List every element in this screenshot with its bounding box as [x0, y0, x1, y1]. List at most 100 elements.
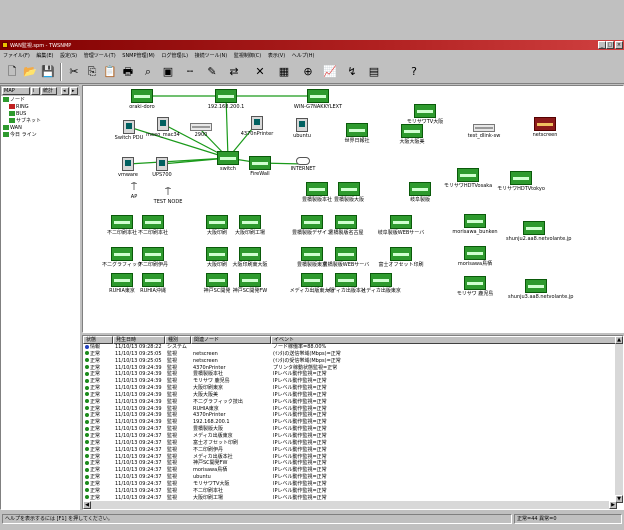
log-row[interactable]: 正常 11/10/13 09:25:05 監視 netscreen (ｲﾝﾀ)の受信帯域… — [83, 358, 617, 365]
log-row[interactable]: 正常 11/10/13 09:24:37 監視 神戸SC開発FW IPレベル動作監視=正… — [83, 460, 617, 467]
log-row[interactable]: 正常 11/10/13 09:24:37 監視 不二印刷伊丹 IPレベル動作監視=正常 — [83, 447, 617, 454]
mib-icon[interactable]: ▤ — [366, 64, 382, 80]
log-row[interactable]: 正常 11/10/13 09:24:37 監視 メディカ出版本社 IPレベル動作監視=正… — [83, 454, 617, 461]
map-node[interactable]: 不二印刷伊丹 — [125, 247, 181, 268]
log-row[interactable]: 正常 11/10/13 09:24:37 監視 豊橋製版大阪 IPレベル動作監視=正常 — [83, 426, 617, 433]
log-row[interactable]: 正常 11/10/13 09:24:39 監視 大阪印刷東京 IPレベル動作監視=正常 — [83, 385, 617, 392]
map-node[interactable]: INTERNET — [275, 157, 331, 172]
poll-icon[interactable]: ↯ — [344, 64, 360, 80]
menu-edit[interactable]: 編集(E) — [33, 50, 53, 59]
print-icon[interactable]: 🖶 — [120, 64, 136, 80]
log-horizontal-scrollbar[interactable]: ◀ ▶ — [83, 501, 617, 509]
log-row[interactable]: 正常 11/10/13 09:24:37 監視 富士オフセット印刷 IPレベル動作監視=… — [83, 440, 617, 447]
map-node[interactable]: 大阪印刷工場 — [222, 215, 278, 236]
log-row[interactable]: 正常 11/10/13 09:24:39 監視 RUHIA東京 IPレベル動作監視=正常 — [83, 406, 617, 413]
chart-icon[interactable]: 📈 — [322, 64, 338, 80]
menu-settings[interactable]: 設定(S) — [57, 50, 77, 59]
log-row[interactable]: 正常 11/10/13 09:24:37 監視 morisawa鳥栖 IPレベル動作監視… — [83, 467, 617, 474]
log-col-type[interactable]: 種別 — [165, 336, 191, 344]
map-node[interactable]: 豊橋製版大阪 — [321, 182, 377, 203]
new-file-icon[interactable]: 🗋 — [4, 64, 20, 80]
log-row[interactable]: 正常 11/10/13 09:24:39 監視 不二グラフィック技出 IPレベル動作監視… — [83, 399, 617, 406]
add-node-icon[interactable]: ▣ — [160, 64, 176, 80]
log-col-time[interactable]: 発生日時 — [113, 336, 165, 344]
map-node[interactable]: ⍑ TEST NODE — [140, 188, 196, 206]
map-node[interactable]: oraki-doro — [114, 89, 170, 110]
menu-admin-tools[interactable]: 管理ツール(T) — [81, 50, 116, 59]
tree-item[interactable]: RING — [1, 104, 81, 111]
menu-connect-tools[interactable]: 接続ツール(N) — [192, 50, 228, 59]
log-row[interactable]: 正常 11/10/13 09:24:39 監視 豊橋製版本社 IPレベル動作監視=正常 — [83, 371, 617, 378]
map-node[interactable]: 大阪大阪美 — [384, 124, 440, 145]
map-node[interactable]: メディカ出版東京 — [353, 273, 409, 294]
menu-view[interactable]: 表示(V) — [265, 50, 285, 59]
map-node[interactable]: shunju3.aa8.netvolante.jp — [508, 279, 573, 300]
log-row[interactable]: 正常 11/10/13 09:24:37 監視 ubuntu IPレベル動作監視=正常 — [83, 474, 617, 481]
log-col-status[interactable]: 状態 — [83, 336, 113, 344]
map-node[interactable]: netscreen — [517, 117, 573, 138]
menu-log[interactable]: ログ管理(L) — [158, 50, 188, 59]
cut-icon[interactable]: ✂ — [66, 64, 82, 80]
map-node[interactable]: ubuntu — [274, 118, 330, 139]
tree-item[interactable]: 今日 ライン — [1, 132, 81, 139]
menu-snmp[interactable]: SNMP管理(M) — [119, 50, 154, 59]
tab-info[interactable]: i — [31, 87, 40, 95]
copy-icon[interactable]: ⎘ — [84, 64, 100, 80]
map-node[interactable]: UPS700 — [134, 157, 190, 178]
map-node[interactable]: 豊橋製版名古屋 — [318, 215, 374, 236]
map-node[interactable]: モリサワ 鹿児島 — [447, 276, 503, 297]
tab-stats[interactable]: 統計 — [41, 87, 57, 95]
map-node[interactable]: morisawa_bunken — [447, 214, 503, 235]
menu-monitor-control[interactable]: 監視制御(C) — [231, 50, 261, 59]
map-node[interactable]: モリサワHDTVosaka — [440, 168, 496, 189]
log-row[interactable]: 正常 11/10/13 09:24:39 監視 モリサワ 鹿児島 IPレベル動作監視=正… — [83, 378, 617, 385]
map-node[interactable]: 岐阜製版WEBサーバ — [373, 215, 429, 236]
tab-scroll-right[interactable]: ▸ — [70, 87, 78, 95]
scroll-right-icon[interactable]: ▶ — [609, 501, 617, 509]
map-node[interactable]: 大阪印刷東大阪 — [222, 247, 278, 268]
help-icon[interactable]: ? — [406, 64, 422, 80]
draw-icon[interactable]: ✎ — [204, 64, 220, 80]
map-node[interactable]: 神戸SC開発FW — [222, 273, 278, 294]
tab-scroll-left[interactable]: ◂ — [61, 87, 69, 95]
log-row[interactable]: 情報 11/10/13 09:28:22 システム ノード稼働率=88.00% — [83, 344, 617, 351]
log-col-node[interactable]: 関連ノード — [191, 336, 271, 344]
log-row[interactable]: 正常 11/10/13 09:24:37 監視 メディカ出版東京 IPレベル動作監視=正… — [83, 433, 617, 440]
map-node[interactable]: WIN-G7NAKKYLEXT — [290, 89, 346, 110]
log-row[interactable]: 正常 11/10/13 09:24:37 監視 不二印刷本社 IPレベル動作監視=正常 — [83, 488, 617, 495]
tree-item[interactable]: BUS — [1, 111, 81, 118]
map-node[interactable]: 富士オフセット印刷 — [373, 247, 429, 268]
scroll-left-icon[interactable]: ◀ — [83, 501, 91, 509]
tree-item[interactable]: ノード — [1, 97, 81, 104]
map-node[interactable]: モリサワTV大阪 — [397, 104, 453, 125]
log-row[interactable]: 正常 11/10/13 09:24:39 監視 大阪大阪美 IPレベル動作監視=正常 — [83, 392, 617, 399]
maximize-button[interactable]: □ — [606, 41, 614, 49]
log-row[interactable]: 正常 11/10/13 09:25:05 監視 netscreen (ｲﾝﾀ)の送信帯域… — [83, 351, 617, 358]
tab-map[interactable]: MAP — [2, 87, 30, 95]
paste-icon[interactable]: 📋 — [102, 64, 118, 80]
map-node[interactable]: 不二印刷本社 — [125, 215, 181, 236]
scroll-up-icon[interactable]: ▲ — [615, 336, 623, 344]
map-node[interactable]: shunju2.aa8.netvolante.jp — [506, 221, 571, 242]
map-node[interactable]: test_dlink-sw — [456, 124, 512, 139]
move-icon[interactable]: ⇄ — [226, 64, 242, 80]
log-row[interactable]: 正常 11/10/13 09:24:39 監視 4370nPrinter IPレベル動作… — [83, 412, 617, 419]
menu-help[interactable]: ヘルプ(H) — [289, 50, 315, 59]
tree-item[interactable]: サブネット — [1, 118, 81, 125]
log-row[interactable]: 正常 11/10/13 09:24:39 監視 192.168.200.1 IPレベル動… — [83, 419, 617, 426]
delete-icon[interactable]: ✕ — [252, 64, 268, 80]
map-node[interactable]: 世界日報社 — [329, 123, 385, 144]
map-node[interactable]: 岐阜製版 — [392, 182, 448, 203]
menu-file[interactable]: ファイル(F) — [0, 50, 30, 59]
tree-item[interactable]: WAN — [1, 125, 81, 132]
log-vertical-scrollbar[interactable]: ▲ ▼ — [615, 336, 623, 503]
map-node[interactable]: RUHIA沖縄 — [125, 273, 181, 294]
log-row[interactable]: 正常 11/10/13 09:24:37 監視 モリサワTV大阪 IPレベル動作監視=正… — [83, 481, 617, 488]
map-node[interactable]: 2900 — [173, 123, 229, 138]
log-row[interactable]: 正常 11/10/13 09:24:39 監視 4370nPrinter プリンタ稼動状… — [83, 365, 617, 372]
map-node[interactable]: 豊橋製版WEBサーバ — [318, 247, 374, 268]
map-node[interactable]: morisawa鳥栖 — [447, 246, 503, 267]
map-node[interactable]: 192.168.200.1 — [198, 89, 254, 110]
add-line-icon[interactable]: ╌ — [182, 64, 198, 80]
map-node[interactable]: モリサワHDTVtokyo — [493, 171, 549, 192]
